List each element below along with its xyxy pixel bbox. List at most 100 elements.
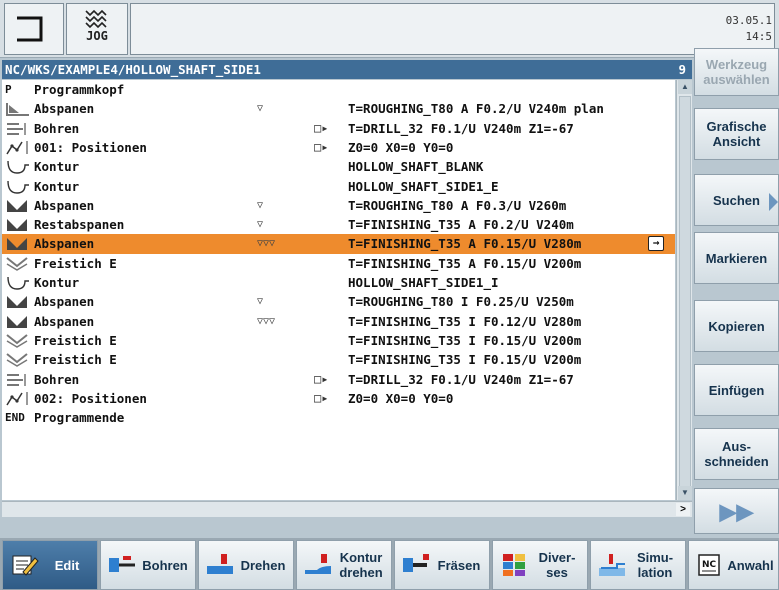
softkey-label: Simu- lation	[636, 550, 674, 580]
step-name: Freistich E	[34, 332, 117, 348]
program-step-row[interactable]: Abspanen ▽ T=ROUGHING_T80 A F0.2/U V240m p…	[2, 99, 675, 118]
program-step-row[interactable]: Freistich E T=FINISHING_T35 I F0.15/U V20…	[2, 331, 675, 350]
step-parameters: T=ROUGHING_T80 A F0.2/U V240m plan	[348, 101, 604, 117]
softkey-label: Drehen	[240, 557, 286, 573]
scroll-up-icon[interactable]: ▲	[678, 80, 692, 94]
label-icon: END	[5, 411, 25, 425]
stock-removal-icon	[5, 294, 31, 310]
program-step-row[interactable]: Kontur HOLLOW_SHAFT_BLANK	[2, 157, 675, 176]
drilling-icon	[5, 372, 31, 388]
edit-icon	[12, 555, 39, 576]
turning-icon	[207, 554, 233, 574]
program-step-row[interactable]: Bohren □▸ T=DRILL_32 F0.1/U V240m Z1=-67	[2, 370, 675, 389]
finish-quality-marks: ▽▽▽	[257, 238, 276, 250]
step-parameters: Z0=0 X0=0 Y0=0	[348, 390, 454, 406]
softkey-label: Fräsen	[437, 557, 481, 573]
softkey-suchen[interactable]: Suchen	[694, 174, 779, 226]
scroll-down-icon[interactable]: ▼	[678, 486, 692, 500]
stock-removal-icon	[5, 217, 31, 233]
program-step-row[interactable]: 002: Positionen □▸ Z0=0 X0=0 Y0=0	[2, 389, 675, 408]
contour-icon	[5, 275, 31, 291]
program-step-row[interactable]: Abspanen ▽ T=ROUGHING_T80 A F0.3/U V260m	[2, 196, 675, 215]
step-parameters: T=FINISHING_T35 I F0.15/U V200m	[348, 332, 582, 348]
softkey-markieren[interactable]: Markieren	[694, 232, 779, 284]
softkey-label: Kontur drehen	[339, 550, 383, 580]
step-name: Programmende	[34, 410, 125, 426]
program-step-row[interactable]: Restabspanen ▽ T=FINISHING_T35 A F0.2/U V2…	[2, 215, 675, 234]
softkey-diverses[interactable]: Diver- ses	[492, 540, 588, 590]
operating-area-box[interactable]	[4, 3, 64, 55]
softkey-label: Werkzeug auswählen	[703, 57, 770, 87]
softkey-drehen[interactable]: Drehen	[198, 540, 294, 590]
softkey-fraesen[interactable]: Fräsen	[394, 540, 490, 590]
program-step-row[interactable]: Bohren □▸ T=DRILL_32 F0.1/U V240m Z1=-67	[2, 119, 675, 138]
step-parameters: T=ROUGHING_T80 I F0.25/U V250m	[348, 294, 574, 310]
scroll-right-button[interactable]: >	[676, 503, 690, 516]
softkey-einfuegen[interactable]: Einfügen	[694, 364, 779, 416]
svg-text:NC: NC	[702, 560, 717, 570]
softkey-ausschneiden[interactable]: Aus- schneiden	[694, 428, 779, 480]
softkey-edit[interactable]: Edit	[2, 540, 98, 590]
vertical-scrollbar[interactable]: ▲ ▼	[676, 80, 692, 500]
program-number: 9	[678, 62, 686, 77]
step-name: Abspanen	[34, 101, 95, 117]
tool-ref-icon: □▸	[314, 120, 329, 135]
program-step-row[interactable]: Abspanen ▽▽▽ T=FINISHING_T35 A F0.15/U V28…	[2, 234, 675, 254]
program-step-row[interactable]: 001: Positionen □▸ Z0=0 X0=0 Y0=0	[2, 138, 675, 157]
softkey-label: Edit	[54, 557, 80, 573]
jog-mode-box[interactable]: JOG	[66, 3, 128, 55]
finish-quality-marks: ▽	[257, 296, 264, 308]
softkey-kopieren[interactable]: Kopieren	[694, 300, 779, 352]
step-name: Kontur	[34, 178, 80, 194]
contour-icon	[5, 179, 31, 195]
submenu-arrow-icon	[769, 193, 778, 211]
tool-ref-icon: □▸	[314, 390, 329, 405]
scrollbar-thumb[interactable]	[679, 96, 691, 491]
step-name: Abspanen	[34, 313, 95, 329]
program-step-row[interactable]: Abspanen ▽ T=ROUGHING_T80 I F0.25/U V250m	[2, 292, 675, 311]
program-step-row[interactable]: Kontur HOLLOW_SHAFT_SIDE1_I	[2, 273, 675, 292]
softkey-grafische-ansicht[interactable]: Grafische Ansicht	[694, 108, 779, 160]
program-step-list[interactable]: P Programmkopf Abspanen ▽ T=ROUGHING_T80 A F…	[2, 80, 675, 500]
step-parameters: HOLLOW_SHAFT_SIDE1_E	[348, 178, 499, 194]
jog-mode-label: JOG	[86, 29, 108, 43]
stock-removal-icon	[5, 198, 31, 214]
step-name: Restabspanen	[34, 217, 125, 233]
softkey-label: Anwahl	[727, 557, 774, 573]
operating-area-icon	[17, 16, 43, 42]
program-step-row[interactable]: Freistich E T=FINISHING_T35 I F0.15/U V20…	[2, 350, 675, 369]
finish-quality-marks: ▽▽▽	[257, 315, 276, 327]
step-open-arrow-icon[interactable]: →	[648, 236, 664, 252]
softkey-label: Kopieren	[708, 318, 765, 334]
program-step-row[interactable]: Kontur HOLLOW_SHAFT_SIDE1_E	[2, 177, 675, 196]
simulation-icon	[599, 554, 625, 576]
roughing-icon	[5, 101, 31, 117]
program-step-row[interactable]: Abspanen ▽▽▽ T=FINISHING_T35 I F0.12/U V28…	[2, 312, 675, 331]
softkey-more[interactable]: ▶▶	[694, 488, 779, 534]
softkey-label: Einfügen	[708, 382, 765, 398]
step-parameters: Z0=0 X0=0 Y0=0	[348, 139, 454, 155]
stock-removal-icon	[5, 236, 31, 252]
step-name: Kontur	[34, 275, 80, 290]
softkey-simulation[interactable]: Simu- lation	[590, 540, 686, 590]
tool-ref-icon: □▸	[314, 139, 329, 154]
drilling-icon	[5, 121, 31, 137]
softkey-bohren[interactable]: Bohren	[100, 540, 196, 590]
undercut-icon	[5, 333, 31, 349]
step-name: Bohren	[34, 371, 80, 387]
softkey-werkzeug-auswaehlen[interactable]: Werkzeug auswählen	[694, 48, 779, 96]
softkey-kontur-drehen[interactable]: Kontur drehen	[296, 540, 392, 590]
softkey-anwahl[interactable]: NC Anwahl	[688, 540, 779, 590]
softkey-label: Grafische Ansicht	[706, 119, 767, 149]
misc-icon	[503, 554, 525, 576]
step-parameters: T=FINISHING_T35 A F0.15/U V280m	[348, 236, 582, 252]
step-parameters: HOLLOW_SHAFT_SIDE1_I	[348, 275, 499, 290]
stock-removal-icon	[5, 314, 31, 330]
program-step-row[interactable]: P Programmkopf	[2, 80, 675, 99]
softkey-label: Markieren	[705, 250, 768, 266]
program-step-row[interactable]: Freistich E T=FINISHING_T35 A F0.15/U V20…	[2, 254, 675, 273]
program-step-row[interactable]: END Programmende	[2, 408, 675, 427]
step-parameters: T=FINISHING_T35 I F0.15/U V200m	[348, 352, 582, 368]
horizontal-softkey-bar: Edit Bohren Drehen Kontur drehen Fräsen	[0, 538, 779, 590]
positions-icon	[5, 391, 31, 407]
